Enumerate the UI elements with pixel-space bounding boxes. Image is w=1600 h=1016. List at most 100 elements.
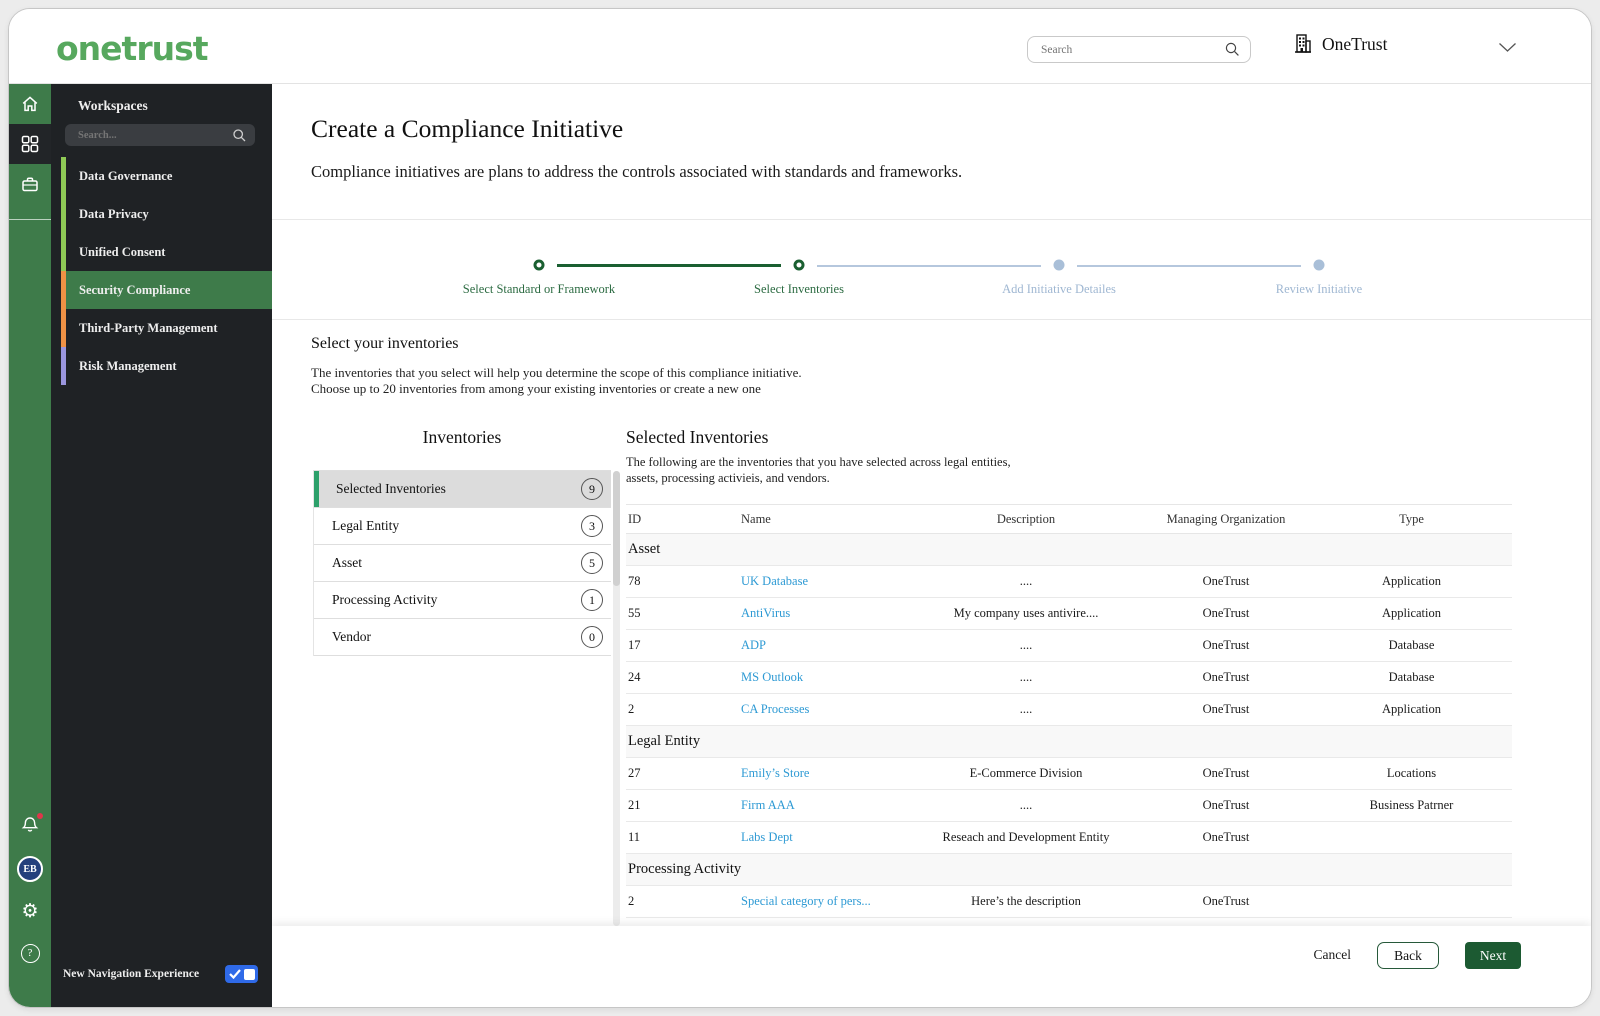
check-icon xyxy=(229,969,241,979)
inventory-name-link[interactable]: UK Database xyxy=(741,574,911,589)
wizard-step-label: Select Standard or Framework xyxy=(462,282,616,296)
gear-icon: ⚙ xyxy=(21,899,39,922)
inventory-filter-asset[interactable]: Asset 5 xyxy=(314,545,611,582)
global-search[interactable] xyxy=(1027,36,1251,63)
new-nav-toggle[interactable] xyxy=(225,965,258,983)
inventories-list: Selected Inventories 9 Legal Entity 3 Asset 5… xyxy=(313,470,611,656)
sidebar-title: Workspaces xyxy=(78,98,148,113)
section-divider xyxy=(272,319,1591,320)
inventory-filter-legal-entity[interactable]: Legal Entity 3 xyxy=(314,508,611,545)
cell-id: 24 xyxy=(628,670,641,684)
inventory-name-link[interactable]: MS Outlook xyxy=(741,670,911,685)
workspaces-nav-button[interactable] xyxy=(9,124,51,164)
inventory-name-link[interactable]: Emily’s Store xyxy=(741,766,911,781)
wizard-step-select-inventories[interactable]: Select Inventories xyxy=(669,219,929,319)
cell-id: 55 xyxy=(628,606,641,620)
workspace-accent-bar xyxy=(61,309,66,347)
help-icon: ? xyxy=(20,943,40,963)
cell-type: Database xyxy=(1388,670,1435,684)
workspace-accent-bar xyxy=(61,347,66,385)
inventory-name-link[interactable]: CA Processes xyxy=(741,702,911,717)
inventory-name-link[interactable]: Firm AAA xyxy=(741,798,911,813)
step-ring-icon xyxy=(533,259,545,271)
cell-description: My company uses antivire.... xyxy=(953,606,1099,620)
chevron-down-icon[interactable] xyxy=(1498,42,1517,53)
toggle-knob xyxy=(244,968,255,980)
wizard-step-label: Review Initiative xyxy=(1275,282,1363,296)
cell-managing-org: OneTrust xyxy=(1202,702,1250,716)
sidebar-item-risk-management[interactable]: Risk Management xyxy=(51,347,272,385)
top-bar: onetrust OneTrust xyxy=(9,9,1591,84)
inventory-name-link[interactable]: ADP xyxy=(741,638,911,653)
inventory-filter-vendor[interactable]: Vendor 0 xyxy=(314,619,611,656)
sidebar-item-label: Risk Management xyxy=(79,358,177,373)
workspace-list: Data Governance Data Privacy Unified Conse… xyxy=(51,157,272,385)
wizard-footer: Cancel Back Next xyxy=(272,926,1591,1007)
table-body: Asset 78 UK Database.... OneTrust Applicatio… xyxy=(626,534,1512,918)
cell-type: Business Patrner xyxy=(1369,798,1454,812)
column-header-name: Name xyxy=(741,511,771,526)
cell-id: 2 xyxy=(628,702,635,716)
inventory-name-link[interactable]: Special category of pers... xyxy=(741,894,911,909)
help-button[interactable]: ? xyxy=(9,936,51,970)
table-row: 2 CA Processes.... OneTrust Application xyxy=(626,694,1512,726)
inventory-filter-processing-activity[interactable]: Processing Activity 1 xyxy=(314,582,611,619)
cell-id: 17 xyxy=(628,638,641,652)
wizard-step-review-initiative[interactable]: Review Initiative xyxy=(1189,219,1449,319)
table-row: 27 Emily’s Store E-Commerce Division OneTru… xyxy=(626,758,1512,790)
sidebar-item-third-party-management[interactable]: Third-Party Management xyxy=(51,309,272,347)
scrollbar-thumb[interactable] xyxy=(613,471,620,586)
column-header-type: Type xyxy=(1399,511,1424,526)
org-name: OneTrust xyxy=(1322,33,1388,54)
cell-id: 11 xyxy=(628,830,641,844)
workspace-accent-bar xyxy=(61,157,66,195)
user-menu-button[interactable]: EB xyxy=(9,852,51,886)
inventory-count-badge: 5 xyxy=(581,552,603,574)
wizard-step-label: Add Initiative Detailes xyxy=(1002,282,1116,296)
inventory-filter-selected-inventories[interactable]: Selected Inventories 9 xyxy=(314,471,611,508)
cell-description: .... xyxy=(1019,702,1033,716)
wizard-step-select-standard-or-framework[interactable]: Select Standard or Framework xyxy=(409,219,669,319)
cancel-button[interactable]: Cancel xyxy=(1314,942,1351,963)
notifications-button[interactable] xyxy=(9,810,51,844)
column-header-description: Description xyxy=(996,511,1056,526)
inventory-filter-label: Vendor xyxy=(332,629,371,644)
page-title: Create a Compliance Initiative xyxy=(311,114,624,143)
wizard-step-add-initiative-detailes[interactable]: Add Initiative Detailes xyxy=(929,219,1189,319)
inventory-name-link[interactable]: AntiVirus xyxy=(741,606,911,621)
cell-description: .... xyxy=(1019,574,1033,588)
main-content: Create a Compliance Initiative Complianc… xyxy=(272,84,1591,1007)
sidebar-item-security-compliance[interactable]: Security Compliance xyxy=(51,271,272,309)
inventory-filter-label: Legal Entity xyxy=(332,518,400,533)
group-header-processing-activity: Processing Activity xyxy=(626,854,1512,886)
projects-nav-button[interactable] xyxy=(9,164,51,204)
cell-managing-org: OneTrust xyxy=(1202,894,1250,908)
cell-type: Application xyxy=(1381,702,1441,716)
notification-badge xyxy=(37,812,43,819)
section-description: The inventories that you select will hel… xyxy=(311,365,802,380)
sidebar-item-unified-consent[interactable]: Unified Consent xyxy=(51,233,272,271)
next-button[interactable]: Next xyxy=(1465,942,1521,969)
workspace-search[interactable] xyxy=(65,124,255,146)
column-header-managing-organization: Managing Organization xyxy=(1166,511,1286,526)
selected-inventories-description: assets, processing activieis, and vendor… xyxy=(626,471,830,485)
workspace-accent-bar xyxy=(61,233,66,271)
selected-inventories-description: The following are the inventories that y… xyxy=(626,455,1011,469)
home-nav-button[interactable] xyxy=(9,84,51,124)
page-subtitle: Compliance initiatives are plans to addr… xyxy=(311,162,963,181)
cell-description: .... xyxy=(1019,638,1033,652)
sidebar-item-data-governance[interactable]: Data Governance xyxy=(51,157,272,195)
back-button[interactable]: Back xyxy=(1377,942,1439,969)
org-switcher[interactable]: OneTrust xyxy=(1293,33,1387,55)
inventory-name-link[interactable]: Labs Dept xyxy=(741,830,911,845)
workspaces-sidebar: Workspaces Data Governance Data Privacy Un… xyxy=(51,84,272,1007)
inventories-title: Inventories xyxy=(422,427,502,447)
cell-managing-org: OneTrust xyxy=(1202,574,1250,588)
workspace-search-input[interactable] xyxy=(65,129,232,141)
global-search-input[interactable] xyxy=(1028,43,1224,56)
cell-type: Database xyxy=(1388,638,1435,652)
cell-description: E-Commerce Division xyxy=(969,766,1083,780)
settings-button[interactable]: ⚙ xyxy=(9,894,51,928)
sidebar-item-data-privacy[interactable]: Data Privacy xyxy=(51,195,272,233)
cell-description: Here’s the description xyxy=(971,894,1081,908)
